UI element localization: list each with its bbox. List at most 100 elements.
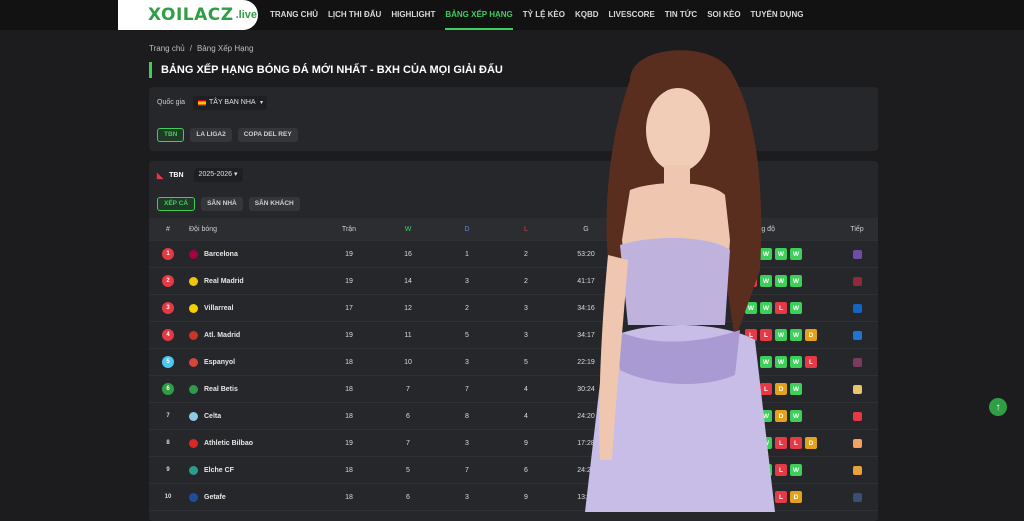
played-cell: 17 [345,304,353,312]
next-match-cell[interactable] [849,403,865,429]
won-cell: 10 [404,358,412,366]
played-cell: 19 [345,331,353,339]
view-tab[interactable]: SÂN KHÁCH [248,197,300,211]
won-cell: 6 [406,412,410,420]
next-match-cell[interactable] [849,430,865,456]
next-match-cell[interactable] [849,376,865,402]
form-result: D [790,491,802,503]
rank-cell: 10 [161,484,175,510]
next-opponent-crest-icon [852,330,862,340]
league-tab[interactable]: LA LIGA2 [190,128,232,142]
team-cell[interactable]: Athletic Bilbao [189,430,329,456]
team-name[interactable]: Celta [204,413,221,420]
lost-cell: 3 [524,331,528,339]
team-cell[interactable]: Espanyol [189,349,329,375]
form-result: L [790,437,802,449]
next-opponent-crest-icon [852,384,862,394]
team-name[interactable]: Athletic Bilbao [204,440,253,447]
played-cell: 18 [345,466,353,474]
team-crest-icon [189,465,198,475]
next-opponent-crest-icon [852,357,862,367]
team-name[interactable]: Villarreal [204,305,233,312]
rank-cell: 6 [161,376,175,402]
header-played: Trận [341,225,357,233]
team-cell[interactable]: Atl. Madrid [189,322,329,348]
team-name[interactable]: Elche CF [204,467,234,474]
nav-item[interactable]: KQBD [575,0,599,30]
league-name: TBN [169,171,184,179]
next-match-cell[interactable] [849,241,865,267]
view-tab[interactable]: XẾP CẢ [157,197,196,211]
league-tab[interactable]: COPA DEL REY [237,128,298,142]
rank-cell: 9 [161,457,175,483]
league-tabs: TBN LA LIGA2 COPA DEL REY [157,128,298,142]
rank-cell: 4 [161,322,175,348]
team-cell[interactable]: Real Betis [189,376,329,402]
view-tabs: XẾP CẢ SÂN NHÀ SÂN KHÁCH [157,197,300,211]
team-cell[interactable]: Elche CF [189,457,329,483]
team-name[interactable]: Barcelona [204,251,238,258]
country-label: Quốc gia [157,99,186,106]
won-cell: 5 [406,466,410,474]
next-match-cell[interactable] [849,457,865,483]
next-opponent-crest-icon [852,249,862,259]
next-match-cell[interactable] [849,322,865,348]
header-rank: # [166,225,170,233]
team-name[interactable]: Espanyol [204,359,235,366]
team-cell[interactable]: Real Madrid [189,268,329,294]
team-crest-icon [189,249,198,259]
played-cell: 18 [345,385,353,393]
drawn-cell: 3 [465,358,469,366]
nav-item[interactable]: TRANG CHỦ [270,0,318,30]
form-result: D [805,437,817,449]
team-crest-icon [189,357,198,367]
team-cell[interactable]: Celta [189,403,329,429]
nav-item[interactable]: TUYỂN DỤNG [751,0,804,30]
breadcrumb-separator: / [189,44,192,53]
team-name[interactable]: Getafe [204,494,226,501]
site-logo[interactable]: XOILACZ .live [118,0,258,30]
nav-item[interactable]: BẢNG XẾP HẠNG [445,0,513,30]
country-select[interactable]: TÂY BAN NHA ▾ [193,96,267,110]
team-name[interactable]: Atl. Madrid [204,332,240,339]
rank-badge: 5 [162,356,174,368]
nav-item[interactable]: SOI KÈO [707,0,740,30]
form-result: D [805,329,817,341]
team-crest-icon [189,384,198,394]
won-cell: 11 [404,331,412,339]
team-cell[interactable]: Getafe [189,484,329,510]
league-tab[interactable]: TBN [157,128,185,142]
rank-cell: 3 [161,295,175,321]
breadcrumb-home[interactable]: Trang chủ [149,44,185,53]
header-lost: L [524,225,528,233]
season-select[interactable]: 2025-2026 ▾ [193,168,243,182]
won-cell: 7 [406,439,410,447]
next-opponent-crest-icon [852,438,862,448]
scroll-top-button[interactable]: ↑ [989,398,1007,416]
rank-badge: 4 [162,329,174,341]
team-name[interactable]: Real Madrid [204,278,244,285]
played-cell: 18 [345,493,353,501]
team-cell[interactable]: Villarreal [189,295,329,321]
team-name[interactable]: Real Betis [204,386,238,393]
next-match-cell[interactable] [849,484,865,510]
team-crest-icon [189,276,198,286]
nav-item[interactable]: LỊCH THI ĐẤU [328,0,381,30]
played-cell: 19 [345,250,353,258]
next-match-cell[interactable] [849,295,865,321]
header-team: Đội bóng [189,225,218,233]
rank-cell: 8 [161,430,175,456]
next-match-cell[interactable] [849,268,865,294]
view-tab[interactable]: SÂN NHÀ [201,197,243,211]
team-cell[interactable]: Barcelona [189,241,329,267]
nav-item[interactable]: LIVESCORE [609,0,655,30]
won-cell: 14 [404,277,412,285]
country-value: TÂY BAN NHA [209,99,256,106]
drawn-cell: 7 [465,466,469,474]
rank-badge: 10 [164,494,172,500]
nav-item[interactable]: TỶ LỆ KÈO [523,0,565,30]
next-match-cell[interactable] [849,349,865,375]
rank-badge: 9 [166,467,170,473]
nav-item[interactable]: TIN TỨC [665,0,697,30]
nav-item[interactable]: HIGHLIGHT [391,0,435,30]
